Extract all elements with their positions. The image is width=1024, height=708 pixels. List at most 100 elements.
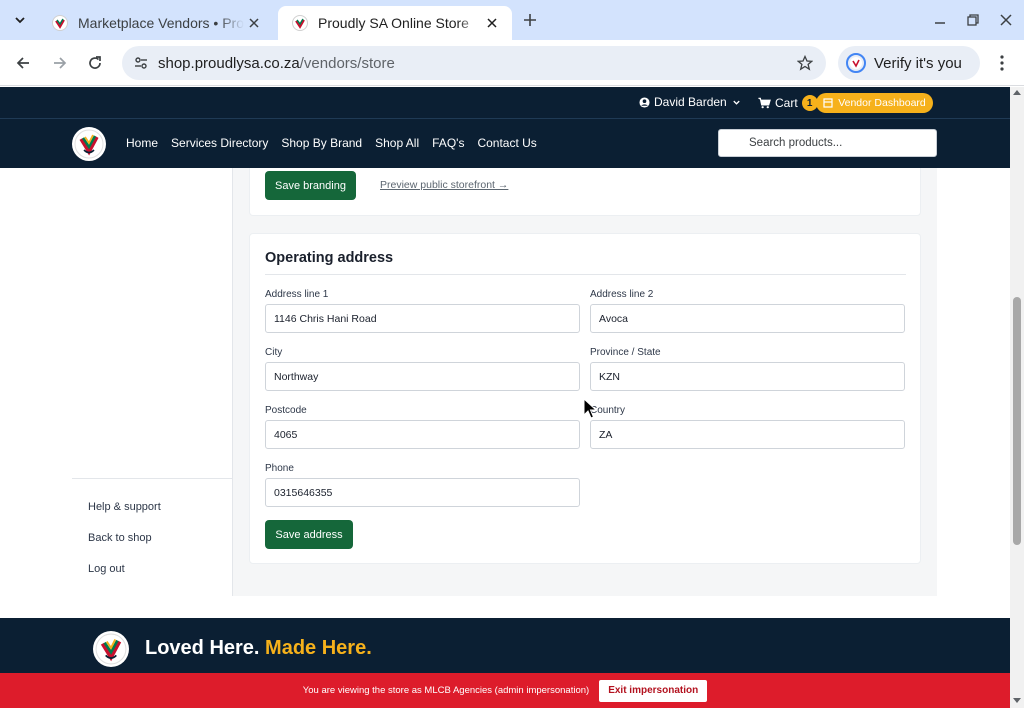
back-button[interactable]	[12, 52, 34, 74]
cart-label: Cart	[775, 96, 798, 110]
site-logo[interactable]	[72, 127, 106, 161]
exit-impersonation-button[interactable]: Exit impersonation	[599, 679, 708, 702]
preview-storefront-link[interactable]: Preview public storefront →	[380, 179, 508, 191]
scrollbar-thumb[interactable]	[1013, 297, 1021, 545]
save-address-button[interactable]: Save address	[265, 520, 353, 549]
tab-close-button[interactable]	[482, 13, 502, 33]
star-icon	[797, 55, 813, 71]
phone-label: Phone	[265, 463, 294, 474]
sidebar-back-to-shop[interactable]: Back to shop	[88, 532, 152, 544]
nav-contact-us[interactable]: Contact Us	[477, 136, 536, 150]
cart-icon	[758, 97, 771, 109]
nav-shop-by-brand[interactable]: Shop By Brand	[281, 136, 362, 150]
reload-icon	[89, 56, 101, 69]
site-info-button[interactable]	[124, 55, 158, 71]
proudly-sa-favicon	[52, 15, 68, 31]
mouse-cursor-icon	[583, 398, 597, 419]
url-text: shop.proudlysa.co.za/vendors/store	[158, 55, 788, 72]
minimize-button[interactable]	[930, 10, 950, 30]
verify-label: Verify it's you	[874, 54, 962, 72]
nav-faqs[interactable]: FAQ's	[432, 136, 464, 150]
country-input[interactable]: ZA	[590, 420, 905, 449]
address-line-2-label: Address line 2	[590, 289, 654, 300]
dashboard-sidebar: Help & support Back to shop Log out	[72, 168, 233, 596]
more-vert-icon	[1000, 55, 1004, 71]
cart-link[interactable]: Cart 1	[758, 95, 818, 111]
url-host: shop.proudlysa.co.za	[158, 54, 300, 72]
page-viewport: David Barden Cart 1 Vendor Dashboard Hom…	[0, 87, 1010, 708]
impersonation-message: You are viewing the store as MLCB Agenci…	[302, 685, 590, 696]
branding-card: Save branding Preview public storefront …	[249, 168, 921, 216]
nav-links: Home Services Directory Shop By Brand Sh…	[126, 136, 550, 150]
tab-search-button[interactable]	[6, 8, 34, 32]
user-circle-icon	[639, 96, 650, 108]
nav-services-directory[interactable]: Services Directory	[171, 136, 268, 150]
utility-bar: David Barden Cart 1 Vendor Dashboard	[0, 87, 1010, 119]
tab-marketplace-vendors[interactable]: Marketplace Vendors • Proudly SA	[38, 6, 274, 40]
city-label: City	[265, 347, 283, 358]
browser-menu-button[interactable]	[992, 53, 1012, 73]
bookmark-button[interactable]	[788, 55, 822, 71]
vendor-dashboard-button[interactable]: Vendor Dashboard	[816, 93, 933, 113]
tab-title: Proudly SA Online Store	[318, 15, 469, 31]
user-menu[interactable]: David Barden	[639, 95, 741, 109]
new-tab-button[interactable]	[518, 10, 542, 30]
tab-close-button[interactable]	[244, 13, 264, 33]
footer-logo	[93, 631, 129, 667]
tagline-accent: Made Here.	[265, 637, 372, 659]
sidebar-log-out[interactable]: Log out	[88, 563, 125, 575]
forward-button[interactable]	[49, 52, 71, 74]
address-line-1-label: Address line 1	[265, 289, 329, 300]
phone-input[interactable]: 0315646355	[265, 478, 580, 507]
address-line-2-input[interactable]: Avoca	[590, 304, 905, 333]
url-path: /vendors/store	[299, 54, 395, 72]
restore-icon	[967, 14, 979, 26]
plus-icon	[524, 14, 536, 26]
browser-tab-strip: Marketplace Vendors • Proudly SA Proudly…	[0, 0, 1024, 40]
proudly-sa-favicon	[292, 15, 308, 31]
main-navigation: Home Services Directory Shop By Brand Sh…	[0, 119, 1010, 168]
window-close-button[interactable]	[996, 10, 1016, 30]
restore-button[interactable]	[963, 10, 983, 30]
impersonation-banner: You are viewing the store as MLCB Agenci…	[0, 673, 1010, 708]
footer-tagline: Loved Here. Made Here.	[145, 637, 372, 660]
search-icon	[729, 137, 741, 149]
tune-icon	[135, 57, 147, 69]
sidebar-divider	[72, 478, 233, 479]
address-bar[interactable]: shop.proudlysa.co.za/vendors/store	[122, 46, 826, 80]
chevron-down-icon	[15, 17, 25, 24]
proudly-sa-logo-icon	[95, 633, 127, 665]
postcode-input[interactable]: 4065	[265, 420, 580, 449]
postcode-label: Postcode	[265, 405, 307, 416]
section-title: Operating address	[265, 250, 394, 266]
search-input[interactable]: Search products...	[718, 129, 937, 157]
scroll-up-arrow[interactable]	[1013, 90, 1021, 95]
close-icon	[249, 18, 259, 28]
nav-home[interactable]: Home	[126, 136, 158, 150]
nav-shop-all[interactable]: Shop All	[375, 136, 419, 150]
proudly-sa-logo-icon	[74, 129, 104, 159]
province-input[interactable]: KZN	[590, 362, 905, 391]
tab-title: Marketplace Vendors • Proudly SA	[78, 15, 244, 31]
chevron-down-icon	[733, 100, 740, 105]
close-icon	[487, 18, 497, 28]
vendor-dashboard-label: Vendor Dashboard	[838, 97, 926, 109]
save-branding-button[interactable]: Save branding	[265, 171, 356, 200]
tagline-start: Loved Here.	[145, 637, 260, 659]
reload-button[interactable]	[84, 52, 106, 74]
store-icon	[823, 98, 833, 108]
close-icon	[1000, 14, 1012, 26]
tab-online-store[interactable]: Proudly SA Online Store	[278, 6, 512, 40]
province-label: Province / State	[590, 347, 661, 358]
sidebar-help-support[interactable]: Help & support	[88, 501, 161, 513]
address-line-1-input[interactable]: 1146 Chris Hani Road	[265, 304, 580, 333]
city-input[interactable]: Northway	[265, 362, 580, 391]
arrow-right-icon	[54, 57, 67, 69]
verify-identity-button[interactable]: Verify it's you	[838, 46, 980, 80]
minimize-icon	[935, 22, 945, 24]
scroll-down-arrow[interactable]	[1013, 698, 1021, 703]
user-name: David Barden	[654, 95, 727, 109]
search-placeholder: Search products...	[749, 137, 843, 149]
page-scrollbar[interactable]	[1010, 87, 1024, 708]
section-divider	[265, 274, 906, 275]
